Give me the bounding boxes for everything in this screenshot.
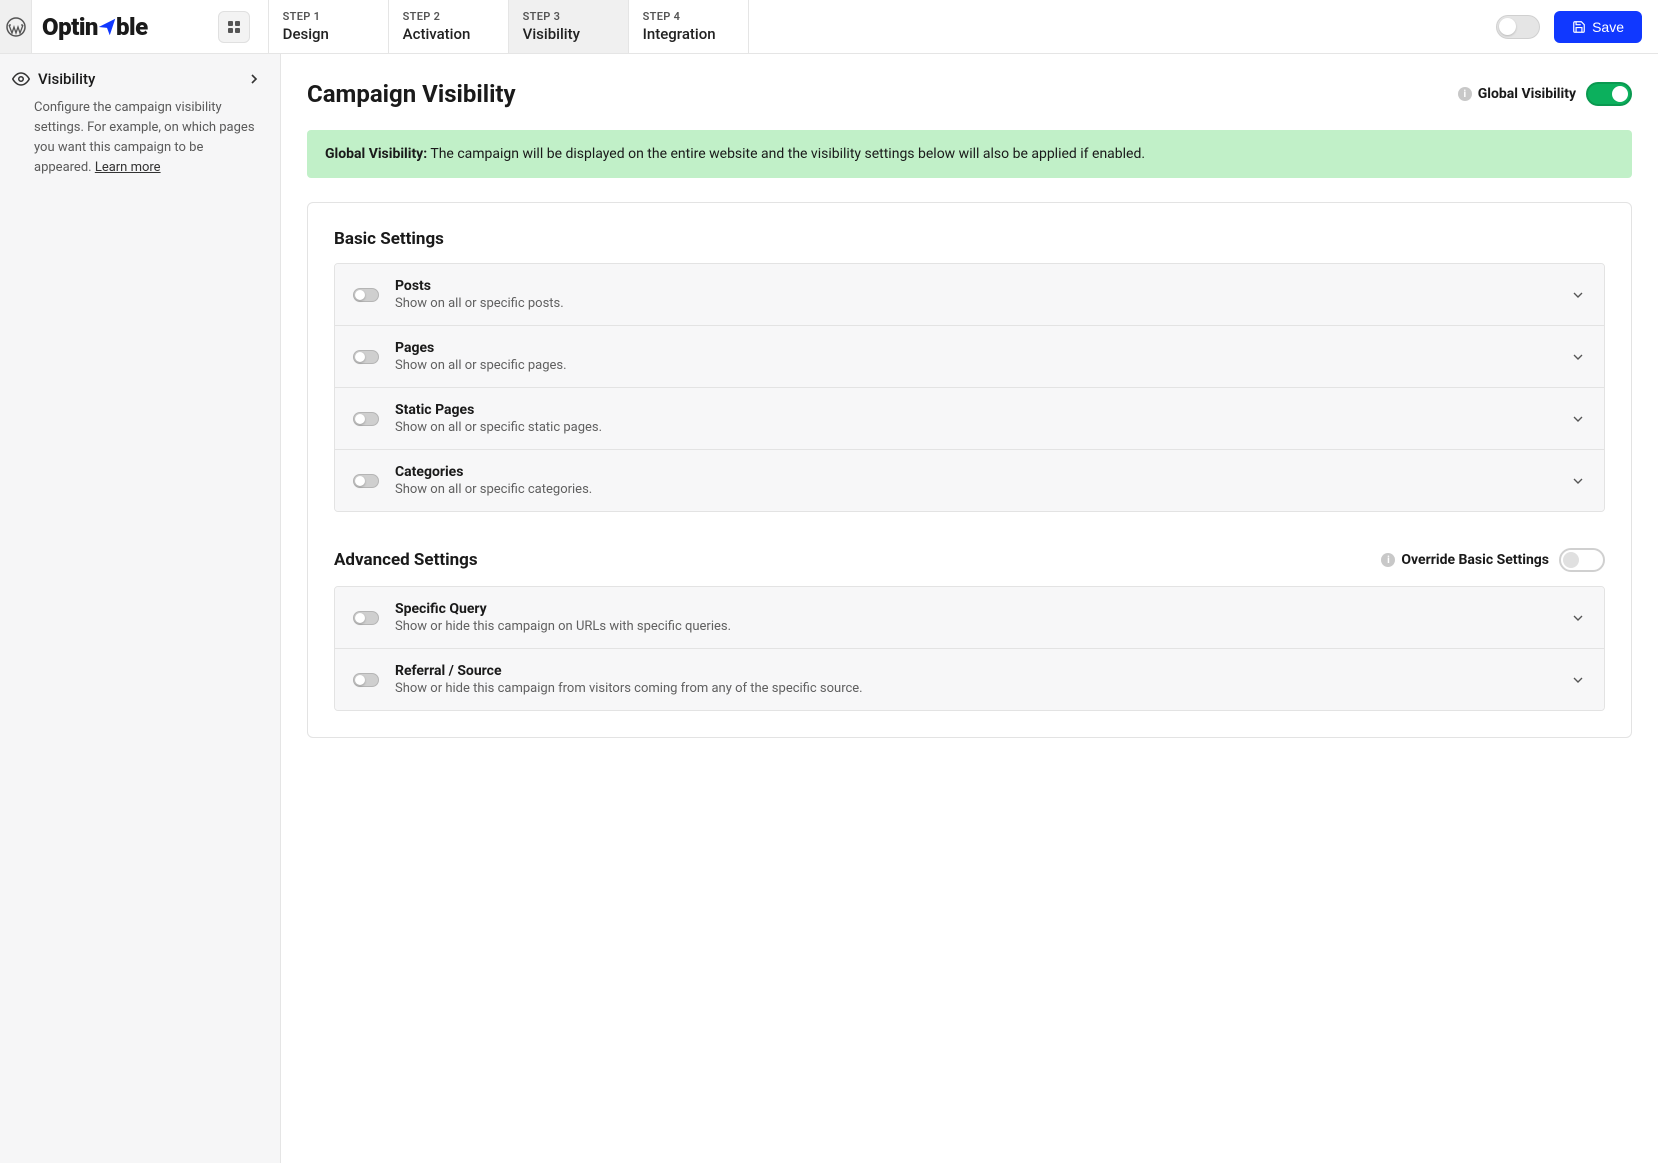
setting-desc: Show on all or specific categories. bbox=[395, 482, 1570, 497]
eye-icon bbox=[12, 70, 30, 88]
step-label: STEP 1 bbox=[283, 10, 374, 23]
sidebar: Visibility Configure the campaign visibi… bbox=[0, 54, 281, 1163]
setting-text: Pages Show on all or specific pages. bbox=[395, 340, 1570, 373]
sidebar-item-visibility[interactable]: Visibility bbox=[0, 54, 280, 98]
setting-row-referral: Referral / Source Show or hide this camp… bbox=[335, 649, 1604, 710]
setting-row-pages: Pages Show on all or specific pages. bbox=[335, 326, 1604, 388]
setting-text: Categories Show on all or specific categ… bbox=[395, 464, 1570, 497]
info-icon[interactable]: i bbox=[1458, 87, 1472, 101]
basic-settings-list: Posts Show on all or specific posts. Pag… bbox=[334, 263, 1605, 512]
chevron-down-icon[interactable] bbox=[1570, 610, 1586, 626]
save-icon bbox=[1572, 20, 1586, 34]
chevron-down-icon[interactable] bbox=[1570, 287, 1586, 303]
setting-text: Referral / Source Show or hide this camp… bbox=[395, 663, 1570, 696]
setting-text: Posts Show on all or specific posts. bbox=[395, 278, 1570, 311]
setting-name: Specific Query bbox=[395, 601, 1570, 617]
specific-query-toggle[interactable] bbox=[353, 611, 379, 625]
notice-bold: Global Visibility: bbox=[325, 146, 427, 162]
setting-name: Pages bbox=[395, 340, 1570, 356]
save-button[interactable]: Save bbox=[1554, 11, 1642, 43]
setting-name: Referral / Source bbox=[395, 663, 1570, 679]
main-header: Campaign Visibility i Global Visibility bbox=[307, 80, 1632, 108]
step-label: STEP 3 bbox=[523, 10, 614, 23]
global-visibility-toggle[interactable] bbox=[1586, 82, 1632, 106]
global-visibility-label: Global Visibility bbox=[1478, 86, 1576, 102]
settings-panel: Basic Settings Posts Show on all or spec… bbox=[307, 202, 1632, 738]
setting-name: Static Pages bbox=[395, 402, 1570, 418]
info-icon[interactable]: i bbox=[1381, 553, 1395, 567]
setting-desc: Show on all or specific posts. bbox=[395, 296, 1570, 311]
step-name: Activation bbox=[403, 25, 494, 43]
page-title: Campaign Visibility bbox=[307, 80, 1458, 108]
step-name: Design bbox=[283, 25, 374, 43]
setting-name: Posts bbox=[395, 278, 1570, 294]
static-pages-toggle[interactable] bbox=[353, 412, 379, 426]
header-toggle[interactable] bbox=[1496, 15, 1540, 39]
advanced-settings-title: Advanced Settings bbox=[334, 550, 1381, 570]
setting-desc: Show on all or specific pages. bbox=[395, 358, 1570, 373]
sidebar-title: Visibility bbox=[38, 70, 246, 88]
advanced-settings-header: Advanced Settings i Override Basic Setti… bbox=[334, 548, 1605, 572]
referral-toggle[interactable] bbox=[353, 673, 379, 687]
learn-more-link[interactable]: Learn more bbox=[95, 160, 161, 175]
chevron-down-icon[interactable] bbox=[1570, 411, 1586, 427]
setting-desc: Show on all or specific static pages. bbox=[395, 420, 1570, 435]
step-visibility[interactable]: STEP 3 Visibility bbox=[509, 0, 629, 53]
basic-settings-title: Basic Settings bbox=[334, 229, 1605, 249]
setting-row-specific-query: Specific Query Show or hide this campaig… bbox=[335, 587, 1604, 649]
setting-desc: Show or hide this campaign from visitors… bbox=[395, 681, 1570, 696]
wordpress-icon[interactable] bbox=[0, 0, 32, 53]
override-toggle[interactable] bbox=[1559, 548, 1605, 572]
chevron-down-icon[interactable] bbox=[1570, 672, 1586, 688]
override-label: Override Basic Settings bbox=[1401, 552, 1549, 568]
logo-cell: Optin ble bbox=[32, 0, 268, 53]
step-activation[interactable]: STEP 2 Activation bbox=[389, 0, 509, 53]
setting-text: Specific Query Show or hide this campaig… bbox=[395, 601, 1570, 634]
step-design[interactable]: STEP 1 Design bbox=[269, 0, 389, 53]
step-label: STEP 4 bbox=[643, 10, 734, 23]
main-content: Campaign Visibility i Global Visibility … bbox=[281, 54, 1658, 1163]
pages-toggle[interactable] bbox=[353, 350, 379, 364]
setting-row-categories: Categories Show on all or specific categ… bbox=[335, 450, 1604, 511]
step-integration[interactable]: STEP 4 Integration bbox=[629, 0, 749, 53]
advanced-settings-list: Specific Query Show or hide this campaig… bbox=[334, 586, 1605, 711]
setting-row-posts: Posts Show on all or specific posts. bbox=[335, 264, 1604, 326]
step-label: STEP 2 bbox=[403, 10, 494, 23]
setting-name: Categories bbox=[395, 464, 1570, 480]
setting-text: Static Pages Show on all or specific sta… bbox=[395, 402, 1570, 435]
grid-button[interactable] bbox=[218, 11, 250, 43]
steps-nav: STEP 1 Design STEP 2 Activation STEP 3 V… bbox=[268, 0, 749, 53]
chevron-right-icon bbox=[246, 71, 262, 87]
step-name: Integration bbox=[643, 25, 734, 43]
save-label: Save bbox=[1592, 19, 1624, 35]
step-name: Visibility bbox=[523, 25, 614, 43]
setting-desc: Show or hide this campaign on URLs with … bbox=[395, 619, 1570, 634]
chevron-down-icon[interactable] bbox=[1570, 473, 1586, 489]
categories-toggle[interactable] bbox=[353, 474, 379, 488]
sidebar-description: Configure the campaign visibility settin… bbox=[0, 98, 280, 197]
logo: Optin ble bbox=[42, 13, 148, 41]
header-actions: Save bbox=[1496, 0, 1658, 53]
header: Optin ble STEP 1 Design STEP 2 Activatio… bbox=[0, 0, 1658, 54]
notice-banner: Global Visibility: The campaign will be … bbox=[307, 130, 1632, 178]
posts-toggle[interactable] bbox=[353, 288, 379, 302]
setting-row-static-pages: Static Pages Show on all or specific sta… bbox=[335, 388, 1604, 450]
notice-text: The campaign will be displayed on the en… bbox=[427, 146, 1145, 162]
chevron-down-icon[interactable] bbox=[1570, 349, 1586, 365]
